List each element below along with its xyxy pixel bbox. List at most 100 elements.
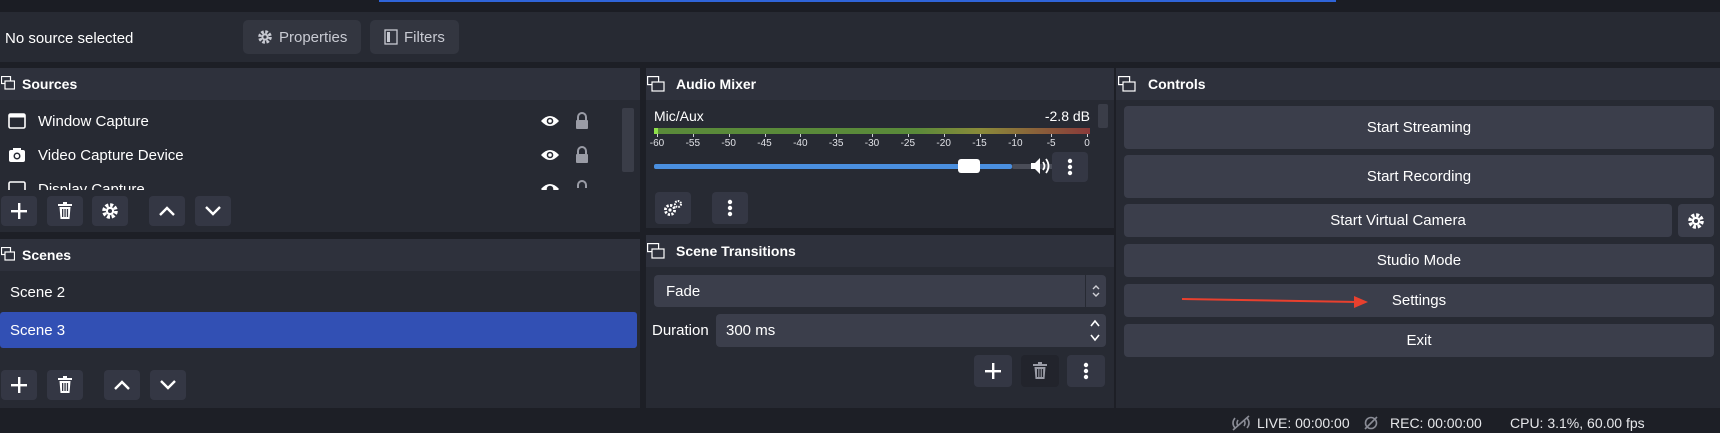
- meter-tick-label: -30: [864, 138, 880, 149]
- source-label: Video Capture Device: [38, 146, 184, 164]
- volume-slider-handle[interactable]: [958, 159, 980, 173]
- lock-icon[interactable]: [575, 146, 589, 164]
- gears-icon: [664, 200, 682, 216]
- transition-value: Fade: [666, 283, 701, 300]
- start-streaming-button[interactable]: Start Streaming: [1124, 106, 1714, 149]
- chevron-up-icon: [159, 206, 175, 216]
- dock-icon: [1118, 76, 1136, 92]
- eye-icon[interactable]: [540, 148, 560, 162]
- add-transition-button[interactable]: [974, 355, 1012, 387]
- scene-label: Scene 3: [10, 321, 66, 339]
- annotation-arrow: [1182, 296, 1368, 308]
- chevron-down-icon: [160, 380, 176, 390]
- dock-icon: [647, 243, 665, 259]
- channel-menu-button[interactable]: [1052, 152, 1088, 182]
- gear-icon: [102, 203, 118, 219]
- live-signal-icon: [1232, 415, 1250, 431]
- controls-title-bar: Controls: [1116, 68, 1720, 100]
- meter-tick-label: -40: [793, 138, 808, 149]
- channel-name: Mic/Aux: [654, 108, 704, 124]
- remove-scene-button[interactable]: [47, 370, 83, 400]
- camera-icon: [9, 148, 25, 162]
- plus-icon: [11, 203, 27, 219]
- filter-icon: [384, 29, 398, 45]
- mixer-menu-button[interactable]: [712, 192, 748, 224]
- meter-tick-label: -50: [721, 138, 736, 149]
- stepper-up-icon[interactable]: [1090, 319, 1100, 328]
- scene-transitions-title: Scene Transitions: [676, 243, 796, 259]
- plus-icon: [985, 363, 1001, 379]
- trash-icon: [1033, 362, 1047, 379]
- meter-tick-mark: [1015, 134, 1017, 137]
- list-item[interactable]: Scene 3: [0, 312, 637, 348]
- chevron-up-icon: [114, 380, 130, 390]
- live-status: LIVE: 00:00:00: [1257, 415, 1350, 431]
- meter-tick-label: -15: [972, 138, 987, 149]
- window-icon: [8, 113, 26, 129]
- list-item[interactable]: Display Capture: [0, 172, 620, 190]
- eye-icon[interactable]: [540, 182, 560, 190]
- remove-source-button[interactable]: [47, 196, 83, 226]
- trash-icon: [58, 376, 72, 393]
- controls-dock: Controls Start Streaming Start Recording…: [1116, 68, 1720, 408]
- meter-tick-label: -20: [936, 138, 951, 149]
- transition-menu-button[interactable]: [1067, 355, 1105, 387]
- move-source-up-button[interactable]: [149, 196, 185, 226]
- chevron-updown-icon: [1092, 285, 1100, 297]
- eye-icon[interactable]: [540, 114, 560, 128]
- exit-button[interactable]: Exit: [1124, 324, 1714, 357]
- meter-tick-mark: [657, 134, 658, 137]
- meter-tick-mark: [1051, 134, 1053, 137]
- list-item[interactable]: Window Capture: [0, 104, 620, 138]
- list-item[interactable]: Video Capture Device: [0, 138, 620, 172]
- monitor-icon: [8, 181, 26, 190]
- channel-level: -2.8 dB: [1044, 108, 1090, 124]
- meter-tick-mark: [800, 134, 802, 137]
- source-label: Window Capture: [38, 112, 149, 130]
- duration-value: 300 ms: [726, 322, 776, 339]
- advanced-audio-button[interactable]: [655, 192, 691, 224]
- start-virtual-camera-button[interactable]: Start Virtual Camera: [1124, 204, 1672, 237]
- move-scene-down-button[interactable]: [150, 370, 186, 400]
- source-label: Display Capture: [38, 180, 145, 191]
- cpu-status: CPU: 3.1%, 60.00 fps: [1510, 415, 1645, 431]
- move-source-down-button[interactable]: [195, 196, 231, 226]
- properties-button[interactable]: Properties: [243, 20, 362, 54]
- start-recording-button[interactable]: Start Recording: [1124, 155, 1714, 198]
- list-item[interactable]: Scene 2: [0, 275, 637, 309]
- remove-transition-button[interactable]: [1021, 355, 1059, 387]
- add-source-button[interactable]: [1, 196, 37, 226]
- meter-tick-mark: [764, 134, 766, 137]
- filters-button[interactable]: Filters: [370, 20, 459, 54]
- plus-icon: [11, 377, 27, 393]
- sources-scrollbar[interactable]: [622, 108, 634, 172]
- gear-icon: [1688, 212, 1704, 229]
- meter-tick-mark: [1087, 134, 1088, 137]
- filters-label: Filters: [404, 28, 445, 46]
- lock-icon[interactable]: [575, 180, 589, 190]
- source-properties-button[interactable]: [92, 196, 128, 226]
- gear-icon: [258, 30, 272, 44]
- stepper-down-icon[interactable]: [1090, 333, 1100, 342]
- scenes-title: Scenes: [22, 247, 72, 263]
- mixer-scrollbar[interactable]: [1098, 104, 1108, 128]
- meter-tick-mark: [836, 134, 838, 137]
- speaker-icon[interactable]: [1030, 157, 1052, 175]
- scene-label: Scene 2: [10, 283, 66, 301]
- virtual-camera-settings-button[interactable]: [1678, 204, 1714, 237]
- meter-tick-mark: [692, 134, 694, 137]
- controls-title: Controls: [1148, 76, 1206, 92]
- preview-area: [0, 0, 1720, 12]
- sources-dock: Sources Window Capture Video Capture Dev…: [0, 68, 640, 232]
- no-source-label: No source selected: [5, 30, 134, 47]
- studio-mode-button[interactable]: Studio Mode: [1124, 244, 1714, 277]
- transition-select[interactable]: Fade: [654, 275, 1106, 307]
- dock-icon: [647, 76, 665, 92]
- meter-tick-label: -45: [757, 138, 772, 149]
- sources-list[interactable]: Window Capture Video Capture Device Disp…: [0, 104, 620, 190]
- duration-spinbox[interactable]: 300 ms: [716, 314, 1106, 347]
- lock-icon[interactable]: [575, 112, 589, 130]
- add-scene-button[interactable]: [1, 370, 37, 400]
- meter-tick-mark: [872, 134, 873, 137]
- move-scene-up-button[interactable]: [104, 370, 140, 400]
